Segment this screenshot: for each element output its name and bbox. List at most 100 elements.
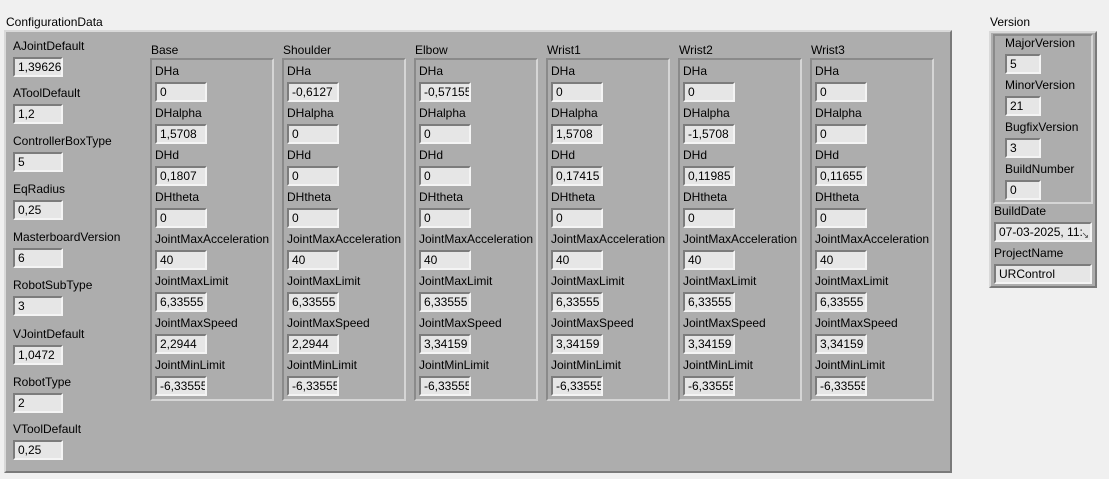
param-value[interactable]: 3,34159 — [683, 334, 735, 354]
param-value[interactable]: 6,33555 — [287, 292, 339, 312]
param-value[interactable]: 0 — [155, 208, 207, 228]
field-label: EqRadius — [13, 182, 66, 196]
param-label: DHtheta — [419, 190, 464, 204]
param-label: DHa — [155, 64, 180, 78]
param-label: DHa — [683, 64, 708, 78]
param-value[interactable]: 0 — [287, 208, 339, 228]
param-label: JointMinLimit — [287, 358, 358, 372]
field-value[interactable]: 3 — [13, 296, 63, 316]
field-label: AToolDefault — [13, 86, 81, 100]
param-value[interactable]: -6,33555 — [155, 376, 207, 396]
param-value[interactable]: 0,11985 — [683, 166, 735, 186]
param-value[interactable]: 2,2944 — [155, 334, 207, 354]
param-label: JointMinLimit — [155, 358, 226, 372]
param-label: JointMaxLimit — [815, 274, 889, 288]
param-value[interactable]: 0 — [287, 124, 339, 144]
field-value[interactable]: 2 — [13, 393, 63, 413]
param-label: JointMaxSpeed — [155, 316, 238, 330]
param-value[interactable]: -6,33555 — [419, 376, 471, 396]
param-value[interactable]: 2,2944 — [287, 334, 339, 354]
param-label: DHd — [155, 148, 180, 162]
param-value[interactable]: 6,33555 — [683, 292, 735, 312]
param-value[interactable]: 40 — [155, 250, 207, 270]
param-value[interactable]: 0 — [419, 208, 471, 228]
field-value[interactable]: 0,25 — [13, 200, 63, 220]
joint-title-wrist3: Wrist3 — [811, 43, 845, 57]
param-value[interactable]: 40 — [815, 250, 867, 270]
param-value[interactable]: 0,1807 — [155, 166, 207, 186]
param-label: JointMaxLimit — [683, 274, 757, 288]
param-value[interactable]: 3,34159 — [815, 334, 867, 354]
param-value[interactable]: 3,34159 — [551, 334, 603, 354]
field-label: VToolDefault — [13, 422, 82, 436]
param-value[interactable]: -6,33555 — [287, 376, 339, 396]
param-value[interactable]: 40 — [419, 250, 471, 270]
field-value[interactable]: 1,0472 — [13, 345, 63, 365]
param-value[interactable]: 0 — [551, 208, 603, 228]
param-value[interactable]: -6,33555 — [815, 376, 867, 396]
field-value[interactable]: 3 — [1005, 138, 1041, 158]
param-value[interactable]: 0 — [815, 208, 867, 228]
param-value[interactable]: 0 — [155, 82, 207, 102]
param-label: DHalpha — [683, 106, 730, 120]
param-value[interactable]: 0 — [683, 82, 735, 102]
param-value[interactable]: 6,33555 — [815, 292, 867, 312]
param-value[interactable]: -0,6127 — [287, 82, 339, 102]
param-value[interactable]: 0,11655 — [815, 166, 867, 186]
param-value[interactable]: 0 — [419, 124, 471, 144]
field-label: MinorVersion — [1005, 78, 1076, 92]
param-label: JointMaxLimit — [155, 274, 229, 288]
field-value[interactable]: 1,2 — [13, 104, 63, 124]
field-value[interactable]: URControl — [994, 264, 1092, 284]
param-value[interactable]: 6,33555 — [419, 292, 471, 312]
param-label: JointMinLimit — [551, 358, 622, 372]
field-value[interactable]: 07-03-2025, 11: ↘ — [994, 222, 1092, 242]
param-value[interactable]: 0 — [551, 82, 603, 102]
param-label: DHalpha — [287, 106, 334, 120]
field-label: MasterboardVersion — [13, 230, 121, 244]
param-value[interactable]: 0 — [287, 166, 339, 186]
param-value[interactable]: -6,33555 — [551, 376, 603, 396]
param-label: DHd — [551, 148, 576, 162]
resize-corner-icon[interactable]: ↘ — [1081, 231, 1089, 240]
param-value[interactable]: 3,34159 — [419, 334, 471, 354]
field-value[interactable]: 5 — [1005, 54, 1041, 74]
param-value[interactable]: 0 — [419, 166, 471, 186]
param-value[interactable]: 0 — [815, 82, 867, 102]
param-label: DHd — [683, 148, 708, 162]
param-value[interactable]: -6,33555 — [683, 376, 735, 396]
field-value[interactable]: 6 — [13, 248, 63, 268]
field-value[interactable]: 1,39626 — [13, 57, 63, 77]
param-value[interactable]: 40 — [287, 250, 339, 270]
param-label: DHa — [419, 64, 444, 78]
param-value[interactable]: -0,57155 — [419, 82, 471, 102]
param-value[interactable]: 40 — [551, 250, 603, 270]
param-value[interactable]: 6,33555 — [155, 292, 207, 312]
param-value[interactable]: -1,5708 — [683, 124, 735, 144]
param-value[interactable]: 0 — [683, 208, 735, 228]
field-value[interactable]: 21 — [1005, 96, 1041, 116]
param-value[interactable]: 6,33555 — [551, 292, 603, 312]
field-value[interactable]: 0,25 — [13, 440, 63, 460]
field-label: VJointDefault — [13, 327, 85, 341]
field-label: BugfixVersion — [1005, 120, 1079, 134]
param-label: JointMaxAcceleration — [287, 232, 402, 246]
param-label: JointMaxLimit — [551, 274, 625, 288]
field-label: RobotSubType — [13, 278, 93, 292]
field-label: BuildNumber — [1005, 162, 1075, 176]
param-value[interactable]: 1,5708 — [551, 124, 603, 144]
param-label: JointMinLimit — [419, 358, 490, 372]
param-label: JointMaxAcceleration — [419, 232, 534, 246]
field-value[interactable]: 0 — [1005, 180, 1041, 200]
joint-title-base: Base — [151, 43, 179, 57]
joint-title-wrist1: Wrist1 — [547, 43, 581, 57]
param-value[interactable]: 0,17415 — [551, 166, 603, 186]
param-label: DHtheta — [551, 190, 596, 204]
field-label: MajorVersion — [1005, 36, 1076, 50]
param-label: JointMaxSpeed — [815, 316, 898, 330]
param-value[interactable]: 40 — [683, 250, 735, 270]
field-value[interactable]: 5 — [13, 152, 63, 172]
param-label: JointMaxSpeed — [287, 316, 370, 330]
param-value[interactable]: 1,5708 — [155, 124, 207, 144]
param-value[interactable]: 0 — [815, 124, 867, 144]
